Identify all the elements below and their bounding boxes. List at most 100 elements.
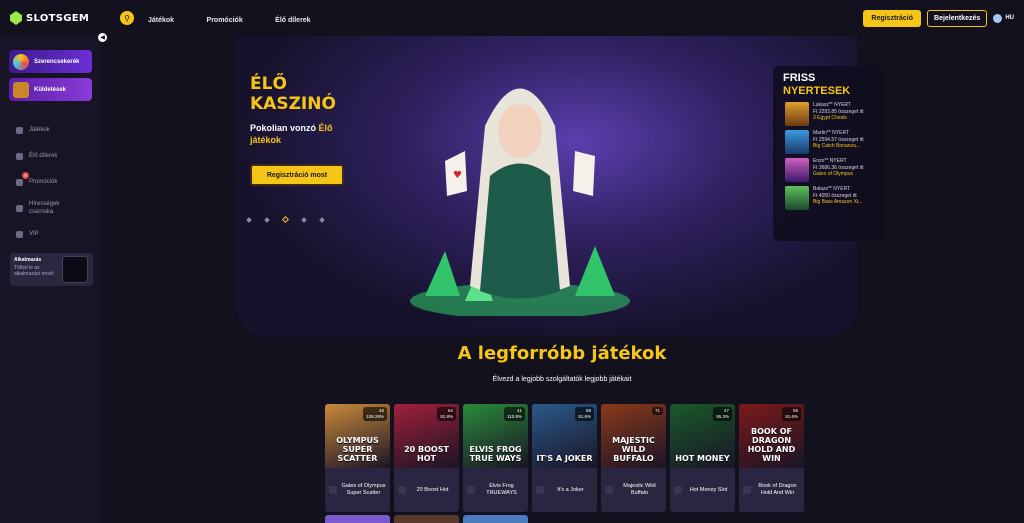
login-button[interactable]: Bejelentkezés <box>927 9 988 27</box>
sidebar-item-hall-of-fame[interactable]: Híresség­ek csarnoka <box>0 195 100 221</box>
game-art-title: ELVIS FROG TRUE WAYS <box>469 445 522 463</box>
rtp-value: 95.3% <box>716 414 729 419</box>
search-icon[interactable]: ⚲ <box>120 11 134 25</box>
provider-icon <box>329 486 337 494</box>
winners-title: FRISS NYERTESEK <box>783 72 877 98</box>
game-card[interactable]: 46 108.28% OLYMPUS SUPER SCATTER Gates of O… <box>325 404 390 512</box>
sidebar-collapse-button[interactable]: ◀ <box>98 33 107 42</box>
sidebar-item-label: Promóciók <box>29 179 58 185</box>
game-art-title: OLYMPUS SUPER SCATTER <box>336 436 379 463</box>
winner-game-thumbnail <box>785 102 809 126</box>
winner-game-thumbnail <box>785 130 809 154</box>
game-stats: 46 108.28% <box>363 407 387 421</box>
game-card[interactable]: 71 MAJESTIC WILD BUFFALO Majestic Wild Buf… <box>601 404 666 512</box>
sidebar-item-label: Híresség­ek csarnoka <box>29 201 60 215</box>
nav-games[interactable]: Játékok <box>148 17 174 24</box>
sidebar-item-label: Játékok <box>29 127 50 133</box>
next-games-row <box>325 515 528 523</box>
provider-icon <box>605 486 613 494</box>
language-selector[interactable]: HU <box>993 13 1014 23</box>
game-card[interactable]: 58 91.6% IT'S A JOKER It's a Joker <box>532 404 597 512</box>
game-card[interactable] <box>394 515 459 523</box>
game-name: Elvis Frog TRUEWAYS <box>486 483 517 496</box>
missions-promo[interactable]: Küldetések <box>9 78 92 101</box>
game-stats: 47 95.3% <box>713 407 732 421</box>
winner-game: Gates of Olympus <box>813 171 854 177</box>
hero-title-line1: ÉLŐ <box>250 74 287 94</box>
sidebar-item-live-dealers[interactable]: Élő dílerek <box>0 143 100 169</box>
carousel-dot-active[interactable] <box>281 215 290 224</box>
sidebar: Szerencsekerék Küldetések Játékok Élő dí… <box>0 36 100 523</box>
provider-icon <box>398 486 406 494</box>
carousel-dot[interactable] <box>246 216 252 223</box>
game-thumbnail: 58 91.6% IT'S A JOKER <box>532 404 597 468</box>
phone-image <box>62 256 88 283</box>
language-label: HU <box>1005 15 1014 21</box>
cards-icon <box>16 152 23 160</box>
game-name: It's a Joker <box>557 486 584 493</box>
nav-promotions[interactable]: Promóciók <box>207 17 243 24</box>
hero-subtitle-b: játékok <box>250 135 282 145</box>
hero-register-button[interactable]: Regisztráció most <box>250 164 344 186</box>
sidebar-item-games[interactable]: Játékok <box>0 117 100 143</box>
game-name: 20 Boost Hot <box>416 486 449 493</box>
nav-live-dealers[interactable]: Élő dílerek <box>275 17 310 24</box>
game-card[interactable]: 41 110.8% ELVIS FROG TRUE WAYS Elvis Frog T… <box>463 404 528 512</box>
carousel-dot[interactable] <box>264 216 270 223</box>
game-info: It's a Joker <box>532 468 597 512</box>
register-button[interactable]: Regisztráció <box>863 9 922 27</box>
winner-game-thumbnail <box>785 158 809 182</box>
game-name: Gates of Olympus Super Scatter <box>341 483 386 496</box>
site-logo[interactable]: SLOTSGEM <box>10 11 120 25</box>
game-info: Book of Dragon Hold And Win <box>739 468 804 512</box>
app-download-card[interactable]: Alkalmazás Töltsd le az alkalmazást most… <box>10 253 93 286</box>
game-thumbnail: 71 MAJESTIC WILD BUFFALO <box>601 404 666 468</box>
sidebar-item-promotions[interactable]: 9 Promóciók <box>0 169 100 195</box>
gem-icon <box>10 11 22 25</box>
game-art-title: HOT MONEY <box>675 454 730 463</box>
fortune-wheel-promo[interactable]: Szerencsekerék <box>9 50 92 73</box>
gift-icon <box>16 178 23 186</box>
carousel-dots <box>246 215 325 224</box>
winner-item[interactable]: Enzo** NYERT Ft 3686.36 összeget itt Gates… <box>785 158 877 182</box>
promo-label: Szerencsekerék <box>34 58 80 65</box>
rtp-value: 110.8% <box>507 414 522 419</box>
game-thumbnail: 58 91.6% BOOK OF DRAGON HOLD AND WIN <box>739 404 804 468</box>
game-stats: 71 <box>651 407 663 415</box>
game-card[interactable]: 58 91.6% BOOK OF DRAGON HOLD AND WIN Book o… <box>739 404 804 512</box>
main-content: ÉLŐ KASZINÓ Pokolian vonzó Élő játékok Re… <box>100 36 1024 523</box>
game-card[interactable] <box>463 515 528 523</box>
game-card[interactable] <box>325 515 390 523</box>
winners-title-line1: FRISS <box>783 72 816 84</box>
game-info: 20 Boost Hot <box>394 468 459 512</box>
hot-games-grid: 46 108.28% OLYMPUS SUPER SCATTER Gates of O… <box>325 404 804 512</box>
game-name: Book of Dragon Hold And Win <box>758 483 797 496</box>
sidebar-item-label: VIP <box>29 231 39 237</box>
hot-games-title: A legforróbb játékok <box>457 343 667 364</box>
hot-games-subtitle: Élvezd a legjobb szolgáltatók legjobb já… <box>492 376 632 383</box>
chest-icon <box>13 81 29 98</box>
sidebar-item-vip[interactable]: VIP <box>0 221 100 247</box>
carousel-dot[interactable] <box>301 216 307 223</box>
promo-label: Küldetések <box>34 86 67 93</box>
game-thumbnail: 41 110.8% ELVIS FROG TRUE WAYS <box>463 404 528 468</box>
winner-item[interactable]: Lukasz** NYERT Ft 2293.85 összeget itt 3 E… <box>785 102 877 126</box>
game-card[interactable]: 64 91.8% 20 BOOST HOT 20 Boost Hot <box>394 404 459 512</box>
game-art-title: 20 BOOST HOT <box>404 445 449 463</box>
winner-game-thumbnail <box>785 186 809 210</box>
globe-icon <box>993 13 1003 23</box>
carousel-dot[interactable] <box>319 216 325 223</box>
top-navigation: SLOTSGEM ⚲ Játékok Promóciók Élő dílerek… <box>0 0 1024 36</box>
winner-item[interactable]: Balazs** NYERT Ft 4050 összeget itt Big Ba… <box>785 186 877 210</box>
game-stats: 41 110.8% <box>504 407 525 421</box>
rtp-value: 91.6% <box>578 414 591 419</box>
logo-text: SLOTSGEM <box>26 12 90 24</box>
game-art-title: IT'S A JOKER <box>536 454 593 463</box>
winner-item[interactable]: Martin** NYERT Ft 2594.57 összeget itt Big… <box>785 130 877 154</box>
game-info: Gates of Olympus Super Scatter <box>325 468 390 512</box>
elf-dealer-illustration: ♥ <box>410 88 630 316</box>
hero-title: ÉLŐ KASZINÓ <box>250 74 350 114</box>
game-name: Majestic Wild Buffalo <box>623 483 656 496</box>
provider-icon <box>674 486 682 494</box>
game-card[interactable]: 47 95.3% HOT MONEY Hot Money Slot <box>670 404 735 512</box>
